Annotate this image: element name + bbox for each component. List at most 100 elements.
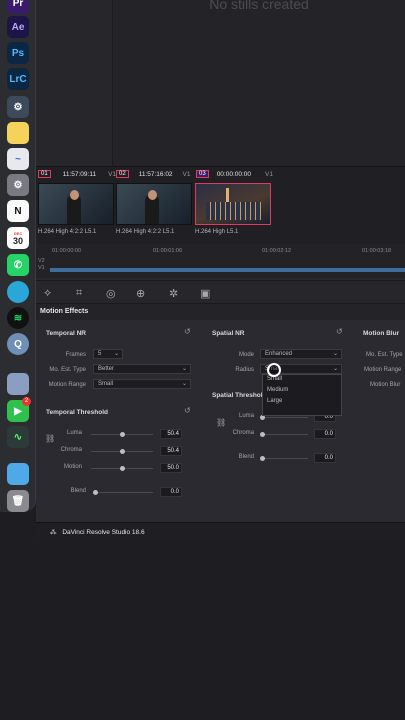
blur-icon[interactable]: ✲ <box>169 287 178 300</box>
preview-icon[interactable] <box>7 373 29 395</box>
menu-item-medium[interactable]: Medium <box>263 386 341 397</box>
frames-label: Frames <box>65 352 86 358</box>
radius-label: Radius <box>235 367 254 373</box>
clip-thumbnail-3[interactable] <box>195 183 271 225</box>
notion-icon[interactable]: N <box>7 200 29 222</box>
tt-luma-slider[interactable] <box>91 432 153 437</box>
app-footer: ⁂ DaVinci Resolve Studio 18.6 <box>36 522 405 540</box>
clip-header-1: 01 11:57:09:11 V1 <box>38 170 116 178</box>
temporal-nr-reset-icon[interactable]: ↺ <box>184 327 191 336</box>
mo-est-type-dropdown[interactable]: Better ⌄ <box>93 364 191 374</box>
key-icon[interactable]: ▣ <box>200 287 210 300</box>
premiere-pro-icon[interactable]: Pr <box>7 0 29 14</box>
trash-icon[interactable]: 🗑 <box>7 490 29 512</box>
macos-dock: Pr Ae Ps LrC ⚙ ~ ⚙ N DEC 30 ✆ ≋ Q ▶ 2 ∿ … <box>0 0 36 512</box>
mode-dropdown[interactable]: Enhanced ⌄ <box>260 349 342 359</box>
quicktime-icon[interactable]: Q <box>7 333 29 355</box>
notification-badge: 2 <box>22 397 31 406</box>
magic-mask-icon[interactable]: ⊕ <box>136 287 145 300</box>
motion-blur-title: Motion Blur <box>363 330 400 337</box>
side-panel <box>36 0 112 166</box>
automator-icon[interactable]: ⚙ <box>7 96 29 118</box>
panel-title: Motion Effects <box>36 304 405 320</box>
calendar-icon[interactable]: DEC 30 <box>7 227 29 249</box>
resolve-logo-icon: ⁂ <box>50 529 57 536</box>
no-stills-label: No stills created <box>209 0 309 12</box>
color-toolbar: ⟡ ⌗ ◎ ⊕ ✲ ▣ <box>36 280 405 304</box>
photoshop-icon[interactable]: Ps <box>7 42 29 64</box>
clip-strip: 01 11:57:09:11 V1 02 11:57:16:02 V1 03 0… <box>36 166 405 244</box>
tt-luma-value[interactable]: 50.4 <box>160 429 182 439</box>
video-track[interactable] <box>50 268 405 272</box>
spotify-icon[interactable]: ≋ <box>7 307 29 329</box>
lightroom-classic-icon[interactable]: LrC <box>7 68 29 90</box>
whatsapp-icon[interactable]: ✆ <box>7 254 29 276</box>
frames-dropdown[interactable]: 5 ⌄ <box>93 349 123 359</box>
chevron-down-icon: ⌄ <box>181 366 187 372</box>
st-blend-slider[interactable] <box>260 456 308 461</box>
link-icon[interactable]: ⛓ <box>216 418 226 427</box>
resolve-window: No stills created 01 11:57:09:11 V1 02 1… <box>36 0 405 540</box>
spatial-nr-title: Spatial NR <box>212 330 245 337</box>
clip-header-3: 03 00:00:00:00 V1 <box>196 170 273 178</box>
tt-motion-slider[interactable] <box>91 466 153 471</box>
menu-item-large[interactable]: Large <box>263 397 341 408</box>
clip-thumbnail-1[interactable] <box>38 183 114 225</box>
window-icon[interactable]: ⌗ <box>76 287 82 300</box>
chevron-down-icon: ⌄ <box>113 351 119 357</box>
st-chroma-label: Chroma <box>232 430 254 436</box>
spatial-nr-reset-icon[interactable]: ↺ <box>336 327 343 336</box>
activity-icon[interactable]: ~ <box>7 148 29 170</box>
track-v2-label: V2 <box>38 258 45 264</box>
timecode-1: 01:00:00:00 <box>52 248 82 254</box>
clip-thumbnail-2[interactable] <box>116 183 192 225</box>
mb-motion-range-label: Motion Range <box>364 367 402 373</box>
tt-motion-value[interactable]: 50.0 <box>160 463 182 473</box>
mb-mo-est-type-label: Mo. Est. Type <box>366 352 403 358</box>
temporal-nr-title: Temporal NR <box>46 330 86 337</box>
clip-header-2: 02 11:57:16:02 V1 <box>116 170 191 178</box>
st-luma-label: Luma <box>238 413 254 419</box>
clip-codec-2: H.264 High 4:2:2 L5.1 <box>116 229 175 235</box>
tt-luma-label: Luma <box>66 430 82 436</box>
mb-motion-blur-label: Motion Blur <box>370 382 401 388</box>
temporal-threshold-title: Temporal Threshold <box>46 409 108 416</box>
after-effects-icon[interactable]: Ae <box>7 16 29 38</box>
mo-est-type-label: Mo. Est. Type <box>49 367 86 373</box>
tt-blend-slider[interactable] <box>93 490 153 495</box>
chevron-down-icon: ⌄ <box>332 351 338 357</box>
st-blend-value[interactable]: 0.0 <box>314 453 336 463</box>
notes-icon[interactable] <box>7 122 29 144</box>
timecode-3: 01:00:02:12 <box>262 248 292 254</box>
temporal-threshold-reset-icon[interactable]: ↺ <box>184 406 191 415</box>
mouse-cursor <box>267 363 281 377</box>
folder-icon[interactable] <box>7 463 29 485</box>
motion-effects-panel: Motion Effects Temporal NR ↺ Frames 5 ⌄ M… <box>36 304 405 522</box>
radius-menu[interactable]: Small Medium Large <box>262 374 342 416</box>
app-circle-icon[interactable] <box>7 281 29 303</box>
tt-motion-label: Motion <box>63 464 82 470</box>
timecode-2: 01:00:01:06 <box>153 248 183 254</box>
tt-blend-value[interactable]: 0.0 <box>160 487 182 497</box>
chevron-down-icon: ⌄ <box>332 366 338 372</box>
tt-chroma-value[interactable]: 50.4 <box>160 446 182 456</box>
curves-icon[interactable]: ⟡ <box>44 287 51 300</box>
motion-range-label: Motion Range <box>48 382 86 388</box>
clip-codec-1: H.264 High 4:2:2 L5.1 <box>38 229 97 235</box>
system-settings-icon[interactable]: ⚙ <box>7 174 29 196</box>
mode-label: Mode <box>238 352 254 358</box>
tt-chroma-slider[interactable] <box>91 449 153 454</box>
timeline-ruler[interactable]: 01:00:00:00 01:00:01:06 01:00:02:12 01:0… <box>36 244 405 278</box>
chevron-down-icon: ⌄ <box>181 381 187 387</box>
spatial-threshold-title: Spatial Threshold <box>212 392 267 399</box>
activity-monitor-icon[interactable]: ∿ <box>7 426 29 448</box>
track-v1-label: V1 <box>38 265 45 271</box>
clip-codec-3: H.264 High L5.1 <box>195 229 239 235</box>
st-chroma-slider[interactable] <box>260 432 308 437</box>
st-luma-slider[interactable] <box>260 415 308 420</box>
st-chroma-value[interactable]: 0.0 <box>314 429 336 439</box>
timecode-4: 01:00:03:18 <box>362 248 392 254</box>
tracker-icon[interactable]: ◎ <box>106 287 116 300</box>
motion-range-dropdown[interactable]: Small ⌄ <box>93 379 191 389</box>
tt-blend-label: Blend <box>70 488 86 494</box>
